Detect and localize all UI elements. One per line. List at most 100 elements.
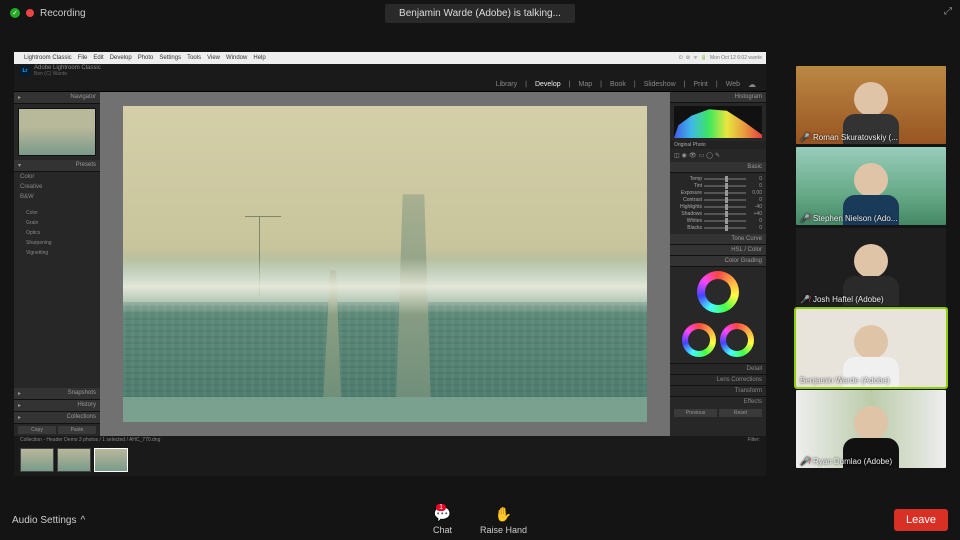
menu-settings[interactable]: Settings: [159, 55, 181, 61]
spot-icon[interactable]: ◉: [682, 152, 687, 159]
hand-icon: ✋: [495, 506, 512, 523]
participant-column: 🎤̸Roman Skuratovskiy (...🎤̸Stephen Niels…: [796, 66, 946, 468]
left-panel: ▸ Navigator ▾ Presets Color Creative B&W…: [14, 92, 100, 436]
brush-icon[interactable]: ✎: [715, 152, 720, 159]
muted-icon: 🎤̸: [800, 133, 810, 142]
filmstrip-thumb[interactable]: [57, 448, 91, 472]
previous-button[interactable]: Previous: [674, 409, 717, 417]
original-label: Original Photo: [670, 141, 766, 149]
menubar-right: ⏻⚙ᯤ🔋 Mon Oct 12 6:02 warde: [679, 55, 762, 61]
preset-item[interactable]: Grain: [14, 218, 100, 228]
slider-row[interactable]: Blacks0: [674, 225, 762, 231]
clock: Mon Oct 12 6:02 warde: [710, 55, 762, 61]
participant-tile[interactable]: Benjamin Warde (Adobe): [796, 309, 946, 387]
slider-row[interactable]: Contrast0: [674, 197, 762, 203]
effects-header[interactable]: Effects: [670, 396, 766, 407]
cloud-sync-icon[interactable]: ☁: [748, 80, 756, 89]
preset-item[interactable]: Optics: [14, 228, 100, 238]
tab-web[interactable]: Web: [726, 81, 740, 88]
tab-print[interactable]: Print: [693, 81, 707, 88]
preset-item[interactable]: Creative: [14, 182, 100, 192]
recording-label: Recording: [40, 8, 86, 19]
gradient-icon[interactable]: ▭: [699, 152, 705, 159]
participant-tile[interactable]: 🎤̸Josh Haftel (Adobe): [796, 228, 946, 306]
navigator-thumb[interactable]: [18, 108, 96, 156]
tab-develop[interactable]: Develop: [535, 81, 561, 88]
slider-row[interactable]: Exposure0.00: [674, 190, 762, 196]
preset-item[interactable]: Color: [14, 172, 100, 182]
slider-row[interactable]: Whites0: [674, 218, 762, 224]
radial-icon[interactable]: ◯: [706, 152, 713, 159]
color-wheel-main[interactable]: [670, 267, 766, 319]
slider-row[interactable]: Shadows+40: [674, 211, 762, 217]
menu-develop[interactable]: Develop: [110, 55, 132, 61]
crop-icon[interactable]: ◫: [674, 152, 680, 159]
chat-button[interactable]: 💬 1 Chat: [433, 506, 452, 535]
audio-settings-button[interactable]: Audio Settings ^: [12, 515, 85, 526]
reset-button[interactable]: Reset: [719, 409, 762, 417]
tonecurve-header[interactable]: Tone Curve: [670, 234, 766, 245]
participant-tile[interactable]: 🎤̸Stephen Nielson (Ado...: [796, 147, 946, 225]
transform-header[interactable]: Transform: [670, 385, 766, 396]
menu-file[interactable]: File: [78, 55, 88, 61]
chat-badge: 1: [436, 504, 446, 511]
preset-item[interactable]: B&W: [14, 192, 100, 202]
copy-button[interactable]: Copy: [18, 426, 56, 434]
tab-slideshow[interactable]: Slideshow: [644, 81, 676, 88]
menu-tools[interactable]: Tools: [187, 55, 201, 61]
filmstrip: Collection - Header Demo 3 photos / 1 se…: [14, 436, 766, 476]
menu-window[interactable]: Window: [226, 55, 247, 61]
raise-hand-button[interactable]: ✋ Raise Hand: [480, 506, 527, 535]
preset-item[interactable]: Color: [14, 208, 100, 218]
tab-map[interactable]: Map: [578, 81, 592, 88]
leave-button[interactable]: Leave: [894, 509, 948, 531]
shared-screen: Lightroom Classic File Edit Develop Phot…: [14, 52, 766, 476]
collections-header[interactable]: ▸ Collections: [14, 412, 100, 424]
menu-view[interactable]: View: [207, 55, 220, 61]
redeye-icon[interactable]: 👁: [689, 152, 697, 159]
tab-library[interactable]: Library: [496, 81, 517, 88]
menu-photo[interactable]: Photo: [138, 55, 154, 61]
histogram-header[interactable]: Histogram: [670, 92, 766, 103]
photo: [123, 106, 647, 422]
catalog-name: Ben (C) Warde: [34, 71, 101, 77]
expand-icon[interactable]: ⤢: [944, 6, 952, 17]
basic-header[interactable]: Basic: [670, 162, 766, 173]
encryption-icon[interactable]: ✓: [10, 8, 20, 18]
paste-button[interactable]: Paste: [58, 426, 96, 434]
muted-icon: 🎤̸: [800, 214, 810, 223]
right-panel: Histogram Original Photo ◫ ◉ 👁 ▭ ◯ ✎ Bas…: [670, 92, 766, 436]
loupe-view[interactable]: [100, 92, 670, 436]
snapshots-header[interactable]: ▸ Snapshots: [14, 388, 100, 400]
active-speaker-banner: Benjamin Warde (Adobe) is talking...: [385, 4, 575, 23]
macos-menubar[interactable]: Lightroom Classic File Edit Develop Phot…: [14, 52, 766, 64]
preset-item[interactable]: Sharpening: [14, 238, 100, 248]
histogram: [674, 106, 762, 138]
colorgrading-header[interactable]: Color Grading: [670, 256, 766, 267]
basic-sliders: Temp0Tint0Exposure0.00Contrast0Highlight…: [670, 173, 766, 234]
menu-edit[interactable]: Edit: [93, 55, 103, 61]
lens-header[interactable]: Lens Corrections: [670, 374, 766, 385]
slider-row[interactable]: Tint0: [674, 183, 762, 189]
history-header[interactable]: ▸ History: [14, 400, 100, 412]
presets-header[interactable]: ▾ Presets: [14, 160, 100, 172]
lightroom-icon: Lr: [20, 66, 30, 76]
filmstrip-thumb[interactable]: [94, 448, 128, 472]
slider-row[interactable]: Temp0: [674, 176, 762, 182]
menu-app[interactable]: Lightroom Classic: [24, 55, 72, 61]
filter-label[interactable]: Filter:: [748, 437, 761, 445]
zoom-bottom-bar: Audio Settings ^ 💬 1 Chat ✋ Raise Hand L…: [0, 500, 960, 540]
slider-row[interactable]: Highlights-40: [674, 204, 762, 210]
navigator-header[interactable]: ▸ Navigator: [14, 92, 100, 104]
filmstrip-thumb[interactable]: [20, 448, 54, 472]
tab-book[interactable]: Book: [610, 81, 626, 88]
muted-icon: 🎤̸: [800, 457, 810, 466]
participant-tile[interactable]: 🎤̸Ryan Dumlao (Adobe): [796, 390, 946, 468]
detail-header[interactable]: Detail: [670, 363, 766, 374]
hsl-header[interactable]: HSL / Color: [670, 245, 766, 256]
preset-item[interactable]: Vignetting: [14, 248, 100, 258]
participant-tile[interactable]: 🎤̸Roman Skuratovskiy (...: [796, 66, 946, 144]
color-wheels[interactable]: [670, 319, 766, 363]
filmstrip-info: Collection - Header Demo 3 photos / 1 se…: [20, 437, 160, 445]
menu-help[interactable]: Help: [253, 55, 265, 61]
